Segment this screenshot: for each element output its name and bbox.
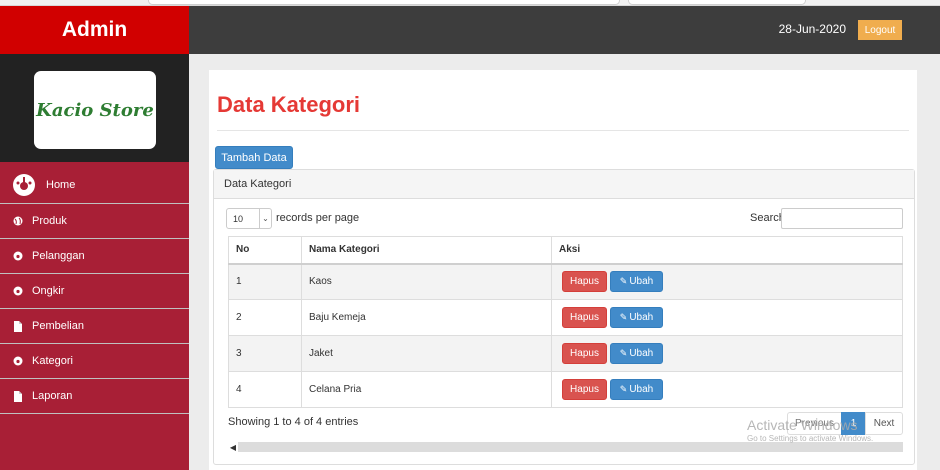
hapus-button[interactable]: Hapus — [562, 307, 607, 328]
ubah-button-label: Ubah — [629, 276, 654, 288]
horizontal-scrollbar[interactable]: ◀ — [228, 442, 903, 452]
cell-no: 2 — [228, 299, 302, 336]
sidebar-item-ongkir[interactable]: Ongkir — [0, 274, 189, 309]
table-row: 2 Baju Kemeja Hapus ✎ Ubah — [228, 299, 903, 336]
table-header-row: No Nama Kategori Aksi — [228, 236, 903, 265]
edit-icon: ✎ — [619, 312, 628, 322]
category-panel: Data Kategori 10 ⌄ records per page Sear… — [213, 169, 915, 465]
table-row: 1 Kaos Hapus ✎ Ubah — [228, 263, 903, 300]
sidebar-item-label: Pembelian — [32, 320, 84, 332]
ubah-button[interactable]: ✎ Ubah — [610, 307, 663, 328]
pagination-next[interactable]: Next — [865, 412, 903, 435]
column-header-no[interactable]: No — [228, 236, 302, 265]
cell-aksi: Hapus ✎ Ubah — [551, 371, 903, 408]
brand-title: Admin — [0, 6, 189, 54]
logo-area: Kacio Store — [0, 54, 189, 162]
cell-no: 4 — [228, 371, 302, 408]
sidebar-item-produk[interactable]: Produk — [0, 204, 189, 239]
scroll-left-icon[interactable]: ◀ — [228, 442, 238, 452]
logout-button[interactable]: Logout — [858, 20, 902, 40]
cell-aksi: Hapus ✎ Ubah — [551, 335, 903, 372]
ubah-button-label: Ubah — [629, 312, 654, 323]
cell-aksi: Hapus ✎ Ubah — [551, 263, 903, 300]
edit-icon: ✎ — [619, 276, 628, 287]
records-per-page-value: 10 — [233, 213, 244, 224]
store-logo: Kacio Store — [34, 71, 156, 149]
edit-icon: ✎ — [619, 348, 628, 358]
cell-nama-kategori: Jaket — [301, 335, 552, 372]
page-title: Data Kategori — [217, 92, 361, 117]
cell-nama-kategori: Baju Kemeja — [301, 299, 552, 336]
globe-icon — [12, 215, 24, 227]
hapus-button[interactable]: Hapus — [562, 343, 607, 364]
hapus-button[interactable]: Hapus — [562, 271, 607, 293]
current-date: 28-Jun-2020 — [778, 22, 846, 36]
dashboard-icon — [12, 173, 36, 197]
ubah-button-label: Ubah — [629, 384, 654, 395]
search-input[interactable] — [781, 208, 903, 229]
main-content: Data Kategori Tambah Data Data Kategori … — [209, 70, 917, 470]
topbar: 28-Jun-2020 Logout — [189, 6, 940, 54]
sidebar-item-label: Laporan — [32, 390, 73, 402]
dashboard-icon — [12, 250, 24, 262]
column-header-aksi[interactable]: Aksi — [551, 236, 903, 265]
title-divider — [217, 130, 909, 131]
cell-aksi: Hapus ✎ Ubah — [551, 299, 903, 336]
ubah-button[interactable]: ✎ Ubah — [610, 343, 663, 364]
table-row: 3 Jaket Hapus ✎ Ubah — [228, 335, 903, 372]
table-info: Showing 1 to 4 of 4 entries — [228, 416, 359, 428]
ubah-button[interactable]: ✎ Ubah — [610, 379, 663, 400]
sidebar-item-laporan[interactable]: Laporan — [0, 379, 189, 414]
pagination-previous[interactable]: Previous — [787, 412, 842, 435]
column-header-nama-kategori[interactable]: Nama Kategori — [301, 236, 552, 265]
table-row: 4 Celana Pria Hapus ✎ Ubah — [228, 371, 903, 408]
ubah-button-label: Ubah — [629, 348, 654, 359]
sidebar-item-pembelian[interactable]: Pembelian — [0, 309, 189, 344]
sidebar: Admin Kacio Store Home Produk Pelanggan … — [0, 6, 189, 470]
hapus-button[interactable]: Hapus — [562, 379, 607, 400]
pagination: Previous 1 Next — [787, 412, 903, 435]
sidebar-item-pelanggan[interactable]: Pelanggan — [0, 239, 189, 274]
store-logo-text: Kacio Store — [36, 99, 154, 121]
sidebar-item-home[interactable]: Home — [0, 162, 189, 204]
dashboard-icon — [12, 285, 24, 297]
cell-nama-kategori: Kaos — [301, 263, 552, 300]
cell-nama-kategori: Celana Pria — [301, 371, 552, 408]
cell-no: 1 — [228, 263, 302, 300]
sidebar-item-label: Kategori — [32, 355, 73, 367]
browser-search-bar[interactable] — [628, 0, 806, 5]
file-icon — [12, 390, 24, 402]
sidebar-item-label: Produk — [32, 215, 67, 227]
sidebar-item-kategori[interactable]: Kategori — [0, 344, 189, 379]
sidebar-item-label: Ongkir — [32, 285, 65, 297]
category-table: No Nama Kategori Aksi 1 Kaos Hapus ✎ Ubah … — [228, 236, 903, 408]
sidebar-item-label: Home — [46, 178, 76, 191]
dashboard-icon — [12, 355, 24, 367]
panel-heading: Data Kategori — [214, 170, 914, 199]
chevron-down-icon: ⌄ — [259, 209, 271, 228]
edit-icon: ✎ — [619, 384, 628, 394]
ubah-button[interactable]: ✎ Ubah — [610, 271, 663, 293]
pagination-page-current[interactable]: 1 — [841, 412, 866, 435]
add-data-button[interactable]: Tambah Data — [215, 146, 293, 169]
records-per-page-select[interactable]: 10 ⌄ — [226, 208, 272, 229]
sidebar-item-label: Pelanggan — [32, 250, 85, 262]
browser-url-bar[interactable] — [148, 0, 620, 5]
records-per-page-label: records per page — [276, 212, 360, 224]
file-icon — [12, 320, 24, 332]
cell-no: 3 — [228, 335, 302, 372]
